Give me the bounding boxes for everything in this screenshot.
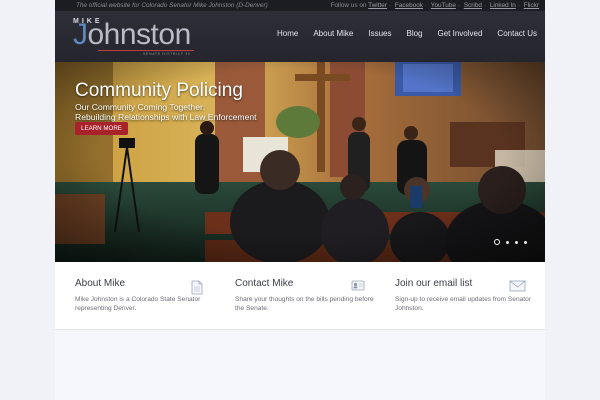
top-bar: The official website for Colorado Senato… [55, 0, 545, 11]
feature-about-mike[interactable]: About Mike Mike Johnston is a Colorado S… [75, 278, 220, 313]
site-logo[interactable]: MIKE Johnston SENATE DISTRICT 33 [73, 18, 203, 58]
hero-slider[interactable]: Community Policing Our Community Coming … [55, 62, 545, 262]
feature-text: Mike Johnston is a Colorado State Senato… [75, 296, 201, 312]
logo-last-name: Johnston [73, 18, 191, 51]
site-tagline: The official website for Colorado Senato… [76, 2, 268, 9]
slide-dot-3[interactable] [515, 240, 518, 244]
linkedin-link[interactable]: Linked In [490, 2, 516, 9]
facebook-link[interactable]: Facebook [395, 2, 423, 9]
hero-subtitle: Our Community Coming Together: Rebuildin… [75, 102, 265, 122]
nav-issues[interactable]: Issues [368, 29, 391, 38]
scribd-link[interactable]: Scribd [464, 2, 482, 9]
nav-contact-us[interactable]: Contact Us [497, 29, 537, 38]
hero-title: Community Policing [75, 80, 243, 101]
feature-row: About Mike Mike Johnston is a Colorado S… [55, 262, 545, 330]
youtube-link[interactable]: YouTube [431, 2, 456, 9]
page: The official website for Colorado Senato… [55, 0, 545, 400]
hero-subtitle-line-2: Rebuilding Relationships with Law Enforc… [75, 112, 257, 122]
contact-card-icon [351, 280, 365, 291]
nav-blog[interactable]: Blog [406, 29, 422, 38]
slide-dot-4[interactable] [524, 240, 527, 244]
main-nav: Home About Mike Issues Blog Get Involved… [262, 29, 537, 38]
feature-email-list[interactable]: Join our email list Sign-up to receive e… [395, 278, 540, 313]
nav-get-involved[interactable]: Get Involved [438, 29, 483, 38]
feature-text: Sign-up to receive email updates from Se… [395, 296, 531, 312]
twitter-link[interactable]: Twitter [368, 2, 387, 9]
hero-subtitle-line-1: Our Community Coming Together: [75, 102, 206, 112]
learn-more-button[interactable]: LEARN MORE [75, 122, 128, 135]
nav-home[interactable]: Home [277, 29, 298, 38]
document-icon [191, 280, 203, 295]
slider-pagination [488, 239, 527, 245]
nav-about-mike[interactable]: About Mike [313, 29, 353, 38]
logo-subtitle: SENATE DISTRICT 33 [143, 52, 191, 56]
slide-dot-2[interactable] [506, 240, 509, 244]
flickr-link[interactable]: Flickr [524, 2, 539, 9]
follow-label: Follow us on [330, 2, 367, 9]
slide-dot-1[interactable] [494, 239, 500, 245]
social-links: Follow us on Twitter · Facebook · YouTube ·… [330, 2, 539, 9]
envelope-icon [509, 280, 526, 292]
site-header: MIKE Johnston SENATE DISTRICT 33 Home Ab… [55, 11, 545, 62]
feature-text: Share your thoughts on the bills pending… [235, 296, 374, 312]
logo-underline [98, 50, 194, 51]
feature-contact-mike[interactable]: Contact Mike Share your thoughts on the … [235, 278, 380, 313]
